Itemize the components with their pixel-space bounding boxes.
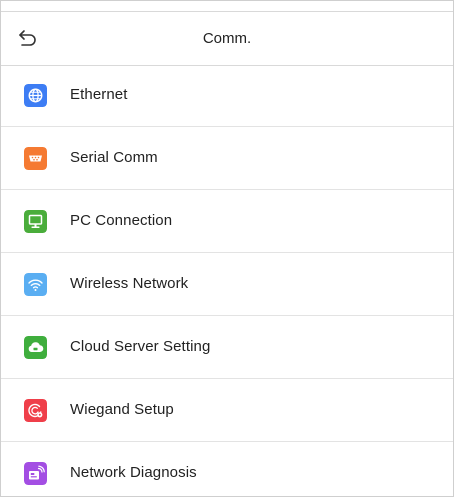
menu-item-label: Ethernet xyxy=(70,86,128,103)
menu-item-label: Serial Comm xyxy=(70,149,158,166)
menu-item-wiegand-setup[interactable]: Wiegand Setup xyxy=(1,379,453,442)
comm-screen: Comm. Ethernet Serial Comm PC Connection… xyxy=(0,0,454,497)
serial-port-icon xyxy=(24,147,47,170)
page-title: Comm. xyxy=(202,30,252,47)
globe-icon xyxy=(24,84,47,107)
menu-item-network-diagnosis[interactable]: Network Diagnosis xyxy=(1,442,453,504)
wiegand-icon xyxy=(24,399,47,422)
menu-item-serial-comm[interactable]: Serial Comm xyxy=(1,127,453,190)
menu-item-label: Wiegand Setup xyxy=(70,401,174,418)
cloud-icon xyxy=(24,336,47,359)
menu-item-label: PC Connection xyxy=(70,212,173,229)
monitor-icon xyxy=(24,210,47,233)
menu-item-ethernet[interactable]: Ethernet xyxy=(1,64,453,127)
network-diagnosis-icon xyxy=(24,462,47,485)
menu-item-pc-connection[interactable]: PC Connection xyxy=(1,190,453,253)
wifi-icon xyxy=(24,273,47,296)
menu-item-label: Wireless Network xyxy=(70,275,189,292)
menu-item-cloud-server-setting[interactable]: Cloud Server Setting xyxy=(1,316,453,379)
menu-item-label: Cloud Server Setting xyxy=(70,338,211,355)
menu-item-label: Network Diagnosis xyxy=(70,464,197,481)
comm-menu-list: Ethernet Serial Comm PC Connection Wirel… xyxy=(1,64,453,504)
header-bar: Comm. xyxy=(1,11,453,66)
menu-item-wireless-network[interactable]: Wireless Network xyxy=(1,253,453,316)
